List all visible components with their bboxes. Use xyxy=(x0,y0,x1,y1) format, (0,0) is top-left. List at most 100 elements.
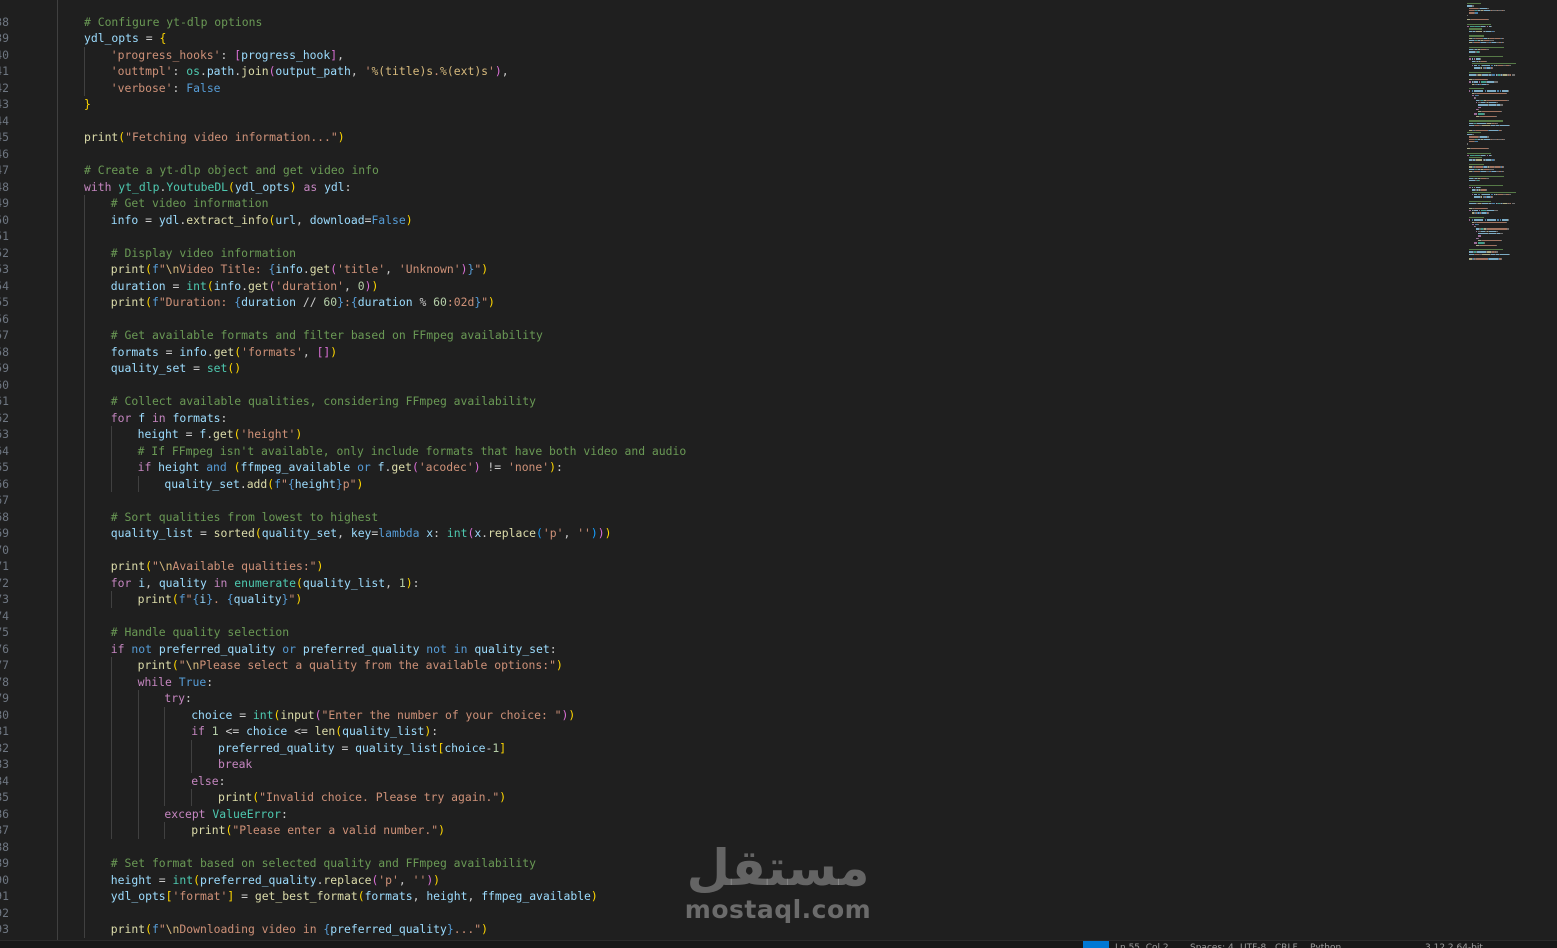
code-token: ) xyxy=(473,460,481,474)
code-token: { xyxy=(350,295,358,309)
code-line[interactable]: quality_list = sorted(quality_set, key=l… xyxy=(111,525,612,542)
code-line[interactable]: print("Invalid choice. Please try again.… xyxy=(218,789,506,806)
code-line[interactable]: with yt_dlp.YoutubeDL(ydl_opts) as ydl: xyxy=(84,179,352,196)
code-token: \n xyxy=(158,559,173,573)
code-token: enumerate xyxy=(234,575,296,590)
code-line[interactable]: # If FFmpeg isn't available, only includ… xyxy=(138,443,687,460)
code-token: ( xyxy=(145,295,152,309)
code-token: . xyxy=(302,262,310,276)
code-token: ) xyxy=(488,295,495,309)
code-token: join xyxy=(241,64,269,78)
minimap-line xyxy=(1469,200,1491,203)
minimap-line xyxy=(1479,81,1481,83)
minimap-line xyxy=(1488,136,1490,138)
minimap-line xyxy=(1469,210,1472,212)
code-token: . xyxy=(239,476,247,491)
code-line[interactable]: formats = info.get('formats', []) xyxy=(111,344,337,361)
code-line[interactable]: for f in formats: xyxy=(111,410,228,427)
code-line[interactable]: while True: xyxy=(138,674,213,691)
code-token: ) xyxy=(295,592,303,606)
code-line[interactable]: print(f"{i}. {quality}") xyxy=(138,591,303,608)
watermark: مستقل mostaql.com xyxy=(683,838,873,928)
code-token: print xyxy=(218,790,253,804)
code-token: : xyxy=(344,295,351,309)
minimap-line xyxy=(1497,230,1499,233)
code-line[interactable]: print("Please enter a valid number.") xyxy=(191,822,445,839)
minimap-line xyxy=(1475,159,1483,161)
minimap-line xyxy=(1467,154,1470,157)
minimap-line xyxy=(1486,90,1496,92)
minimap-line xyxy=(1490,154,1492,157)
code-token: 'title' xyxy=(337,262,386,276)
code-line[interactable]: if height and (ffmpeg_available or f.get… xyxy=(138,459,563,476)
code-line[interactable]: # Get available formats and filter based… xyxy=(111,327,543,344)
minimap-line xyxy=(1491,74,1496,76)
code-line[interactable]: print(f"Duration: {duration // 60}:{dura… xyxy=(111,294,495,311)
line-number: 38 xyxy=(0,14,9,29)
code-line[interactable]: # Display video information xyxy=(111,245,296,262)
code-line[interactable]: except ValueError: xyxy=(164,806,287,823)
code-line[interactable]: print(f"\nDownloading video in {preferre… xyxy=(111,921,488,938)
code-line[interactable]: print("\nPlease select a quality from th… xyxy=(138,657,563,674)
code-line[interactable]: # Handle quality selection xyxy=(111,624,289,641)
code-line[interactable]: # Set format based on selected quality a… xyxy=(111,855,536,872)
code-token: ( xyxy=(145,559,152,573)
minimap-line xyxy=(1478,108,1480,111)
minimap-line xyxy=(1488,212,1490,214)
code-line[interactable]: try: xyxy=(164,690,191,707)
code-token: quality xyxy=(233,592,282,606)
code-line[interactable]: 'verbose': False xyxy=(111,80,221,97)
code-editor[interactable]: 38 39 40 41 42 43 44 45 46 47 48 49 50 51 52 53 54 55 56 57… xyxy=(0,0,1557,940)
code-line[interactable]: # Collect available qualities, consideri… xyxy=(111,393,536,410)
minimap-line xyxy=(1477,221,1507,223)
minimap-line xyxy=(1480,58,1481,60)
code-token: quality_set xyxy=(164,476,240,491)
code-line[interactable]: print("\nAvailable qualities:") xyxy=(111,558,324,575)
minimap-line xyxy=(1489,233,1496,235)
code-line[interactable]: quality_set = set() xyxy=(111,360,241,377)
code-line[interactable]: else: xyxy=(191,773,225,790)
code-line[interactable]: ydl_opts['format'] = get_best_format(for… xyxy=(111,888,598,905)
code-line[interactable]: for i, quality in enumerate(quality_list… xyxy=(111,575,420,592)
code-token: quality_list xyxy=(355,740,438,755)
code-line[interactable]: break xyxy=(218,756,252,773)
code-line[interactable]: # Sort qualities from lowest to highest xyxy=(111,509,378,526)
minimap[interactable] xyxy=(1457,0,1557,940)
code-line[interactable]: if not preferred_quality or preferred_qu… xyxy=(111,641,557,658)
code-token: get_best_format xyxy=(254,889,358,903)
code-line[interactable]: quality_set.add(f"{height}p") xyxy=(164,476,363,493)
code-token: quality_list xyxy=(302,575,386,590)
code-line[interactable]: info = ydl.extract_info(url, download=Fa… xyxy=(111,212,413,229)
minimap-line xyxy=(1473,65,1477,67)
code-line[interactable]: print(f"\nVideo Title: {info.get('title'… xyxy=(111,261,488,278)
code-line[interactable]: 'progress_hooks': [progress_hook], xyxy=(111,47,344,64)
code-token: : xyxy=(431,724,439,738)
code-area[interactable]: # Configure yt-dlp options ydl_opts = {'p… xyxy=(30,0,1452,940)
code-line[interactable]: # Configure yt-dlp options xyxy=(84,14,262,31)
code-line[interactable]: if 1 <= choice <= len(quality_list): xyxy=(191,723,438,740)
code-line[interactable]: height = f.get('height') xyxy=(138,426,303,443)
code-token: # Handle quality selection xyxy=(110,625,290,639)
code-line[interactable]: print("Fetching video information...") xyxy=(84,129,345,146)
minimap-line xyxy=(1497,122,1499,124)
minimap-line xyxy=(1509,124,1511,127)
code-line[interactable]: height = int(preferred_quality.replace('… xyxy=(111,872,440,889)
code-line[interactable]: preferred_quality = quality_list[choice-… xyxy=(218,740,506,757)
code-line[interactable]: 'outtmpl': os.path.join(output_path, '%(… xyxy=(111,63,509,80)
code-line[interactable]: choice = int(input("Enter the number of … xyxy=(191,707,575,724)
code-token: 'acodec' xyxy=(418,460,474,474)
code-token: info xyxy=(275,262,303,276)
code-line[interactable]: duration = int(info.get('duration', 0)) xyxy=(111,278,379,295)
code-token: ydl_opts xyxy=(234,179,290,194)
code-token: "Duration: xyxy=(158,295,235,309)
line-number: 65 xyxy=(0,460,9,474)
code-line[interactable]: ydl_opts = { xyxy=(84,30,166,47)
minimap-line xyxy=(1478,233,1488,235)
code-token: ( xyxy=(193,872,200,887)
code-line[interactable]: # Create a yt-dlp object and get video i… xyxy=(84,162,379,179)
code-line[interactable]: } xyxy=(84,96,91,113)
minimap-line xyxy=(1488,129,1499,131)
code-token: ) xyxy=(494,64,502,78)
code-token: '' xyxy=(412,872,427,887)
code-line[interactable]: # Get video information xyxy=(111,195,269,212)
